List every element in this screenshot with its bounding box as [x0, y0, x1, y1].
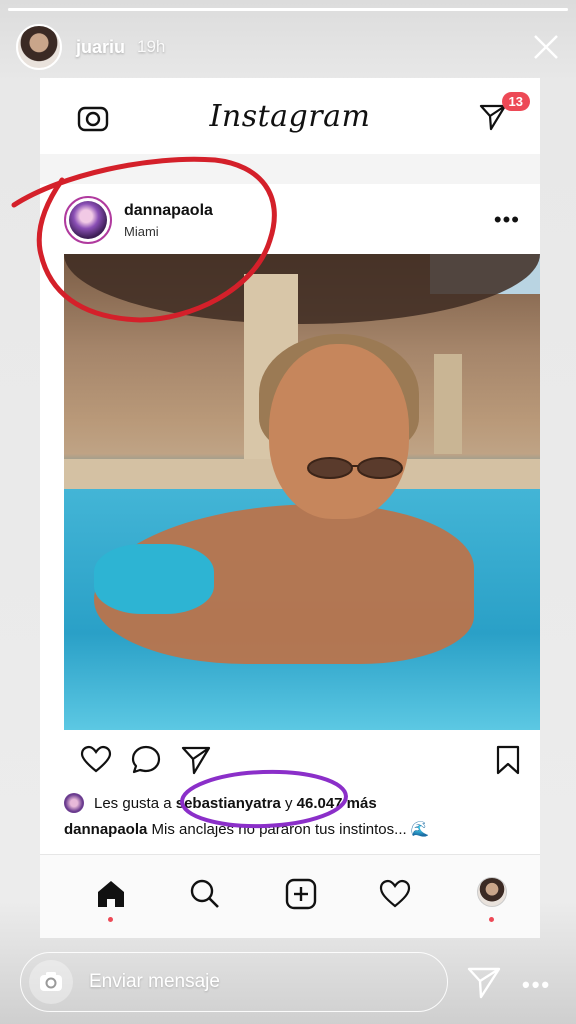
- post-header: dannapaola Miami •••: [64, 190, 520, 250]
- likes-avatar: [64, 793, 84, 813]
- send-icon[interactable]: [466, 964, 502, 1000]
- reply-camera-button[interactable]: [29, 960, 73, 1004]
- post-avatar: [64, 196, 112, 244]
- share-icon: [181, 746, 211, 775]
- comment-icon: [131, 745, 161, 774]
- story-username[interactable]: juariu: [76, 37, 125, 58]
- more-options-button[interactable]: •••: [522, 972, 551, 998]
- caption-emoji: 🌊: [410, 821, 430, 838]
- send-message-bar[interactable]: Enviar mensaje: [20, 952, 448, 1012]
- story-progress-fill: [8, 8, 568, 11]
- direct-badge: 13: [501, 92, 530, 111]
- search-icon: [190, 879, 219, 908]
- likes-prefix: Les gusta a: [94, 794, 172, 812]
- add-post-icon: [285, 878, 317, 910]
- stories-strip-divider: [40, 154, 540, 184]
- story-avatar[interactable]: [16, 24, 62, 70]
- embedded-instagram-screenshot: Instagram 13 dannapaola Miami ••• Les gu…: [40, 78, 540, 938]
- likes-line: Les gusta a sebastianyatra y 46.047 más: [64, 790, 520, 816]
- story-header: juariu 19h: [16, 22, 562, 72]
- likes-user: sebastianyatra: [175, 794, 281, 812]
- bookmark-icon: [496, 745, 520, 775]
- more-options-icon: •••: [493, 207, 520, 232]
- story-time: 19h: [137, 37, 166, 56]
- likes-mid: y: [284, 794, 293, 812]
- post-caption: dannapaola Mis anclajes no pararon tus i…: [64, 820, 520, 838]
- instagram-logo: Instagram: [209, 98, 371, 134]
- instagram-tabbar: [40, 854, 540, 938]
- profile-dot: [489, 917, 494, 922]
- instagram-topbar: Instagram 13: [40, 78, 540, 154]
- post-actions: [64, 738, 520, 782]
- profile-tab-avatar: [477, 877, 507, 907]
- close-icon[interactable]: [530, 31, 562, 63]
- activity-heart-icon: [379, 879, 411, 908]
- home-active-dot: [108, 917, 113, 922]
- story-progress-bar: [8, 8, 568, 11]
- post-names: dannapaola Miami: [124, 202, 213, 239]
- caption-text: Mis anclajes no pararon tus instintos...: [151, 821, 407, 838]
- home-icon: [98, 881, 124, 907]
- post-username: dannapaola: [124, 201, 213, 219]
- caption-username: dannapaola: [64, 821, 148, 838]
- send-message-input[interactable]: Enviar mensaje: [89, 971, 220, 993]
- heart-icon: [80, 745, 112, 773]
- camera-icon: [77, 106, 109, 132]
- post-photo: [64, 254, 540, 730]
- camera-icon: [40, 972, 62, 991]
- likes-count: 46.047 más: [296, 794, 377, 812]
- post-location: Miami: [124, 223, 159, 239]
